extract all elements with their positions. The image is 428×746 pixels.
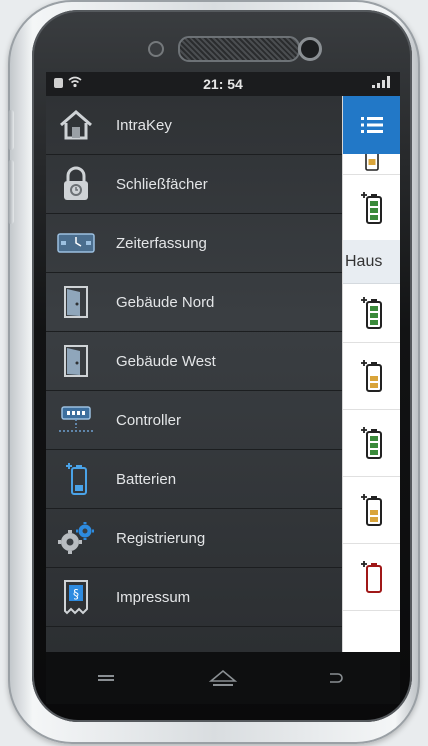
battery-icon — [56, 459, 96, 499]
drawer-item-label: Batterien — [116, 470, 177, 488]
drawer-item-label: Impressum — [116, 588, 191, 606]
home-icon — [56, 105, 96, 145]
drawer-item-gebaeude-nord[interactable]: Gebäude Nord — [46, 273, 342, 332]
battery-medium-icon — [361, 494, 382, 526]
controller-icon — [56, 400, 96, 440]
screen: 21: 54 IntraKey Schließfächer Zeiterfass… — [46, 72, 400, 652]
list-item[interactable] — [343, 343, 400, 410]
drawer-item-schliessfaecher[interactable]: Schließfächer — [46, 155, 342, 214]
drawer-item-label: Schließfächer — [116, 175, 208, 193]
drawer-item-controller[interactable]: Controller — [46, 391, 342, 450]
speaker-grille — [178, 36, 300, 62]
document-icon: § — [56, 577, 96, 617]
menu-nav-button[interactable] — [86, 664, 126, 692]
list-item[interactable] — [343, 284, 400, 343]
back-icon — [330, 673, 343, 683]
home-nav-icon — [208, 669, 238, 686]
drawer-item-batterien[interactable]: Batterien — [46, 450, 342, 509]
content-panel: Haus — [342, 96, 400, 652]
time-tracking-icon — [56, 223, 96, 263]
list-menu-button[interactable] — [343, 96, 400, 154]
status-bar: 21: 54 — [46, 72, 400, 96]
door-icon — [56, 341, 96, 381]
drawer-item-label: Registrierung — [116, 529, 206, 547]
lock-icon — [56, 164, 96, 204]
signal-icon — [370, 75, 394, 92]
menu-icon — [98, 675, 114, 681]
drawer-item-label: Zeiterfassung — [116, 234, 207, 252]
door-icon — [56, 282, 96, 322]
battery-medium-icon — [365, 154, 379, 171]
home-nav-button[interactable] — [203, 664, 243, 692]
list-menu-icon — [361, 117, 383, 133]
battery-medium-icon — [361, 360, 382, 392]
drawer-item-label: Gebäude West — [116, 352, 216, 370]
battery-full-icon — [361, 192, 382, 224]
clock: 21: 54 — [203, 76, 243, 92]
volume-button — [8, 110, 14, 150]
power-button — [8, 160, 14, 224]
drawer-item-intrakey[interactable]: IntraKey — [46, 96, 342, 155]
battery-full-icon — [361, 297, 382, 329]
sensor-icon — [148, 41, 164, 57]
battery-full-icon — [361, 427, 382, 459]
front-camera-icon — [298, 37, 322, 61]
gears-icon — [56, 518, 96, 558]
drawer-item-label: Controller — [116, 411, 182, 429]
list-item[interactable] — [343, 154, 400, 175]
section-label: Haus — [345, 252, 383, 270]
navigation-bar — [46, 652, 400, 704]
drawer-item-gebaeude-west[interactable]: Gebäude West — [46, 332, 342, 391]
drawer-item-zeiterfassung[interactable]: Zeiterfassung — [46, 214, 342, 273]
back-nav-button[interactable] — [316, 664, 356, 692]
list-item[interactable] — [343, 544, 400, 611]
navigation-drawer: IntraKey Schließfächer Zeiterfassung Geb… — [46, 96, 342, 652]
list-item[interactable] — [343, 477, 400, 544]
drawer-item-label: IntraKey — [116, 116, 172, 134]
section-header: Haus — [343, 240, 400, 284]
svg-text:§: § — [73, 587, 79, 601]
list-item[interactable] — [343, 176, 400, 241]
drawer-item-registrierung[interactable]: Registrierung — [46, 509, 342, 568]
drawer-item-impressum[interactable]: § Impressum — [46, 568, 342, 627]
list-item[interactable] — [343, 410, 400, 477]
battery-low-icon — [361, 561, 382, 593]
drawer-item-label: Gebäude Nord — [116, 293, 215, 311]
